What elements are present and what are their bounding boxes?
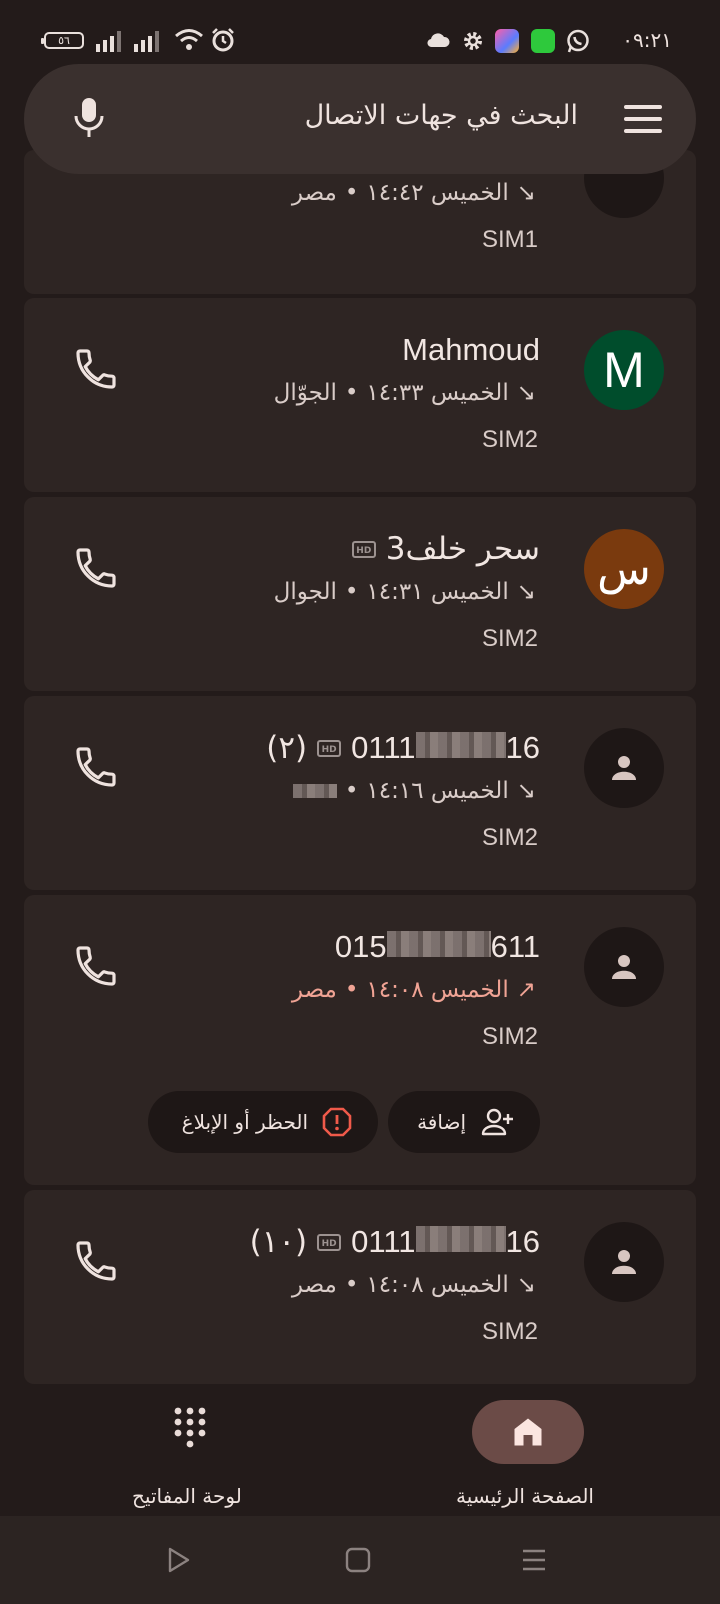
home-nav-icon[interactable] bbox=[344, 1546, 372, 1574]
phone-number: (١٠) HD 0111 16 bbox=[249, 1224, 540, 1260]
add-person-icon bbox=[481, 1108, 513, 1136]
incoming-call-icon: ↘ bbox=[516, 1272, 536, 1298]
incoming-call-icon: ↘ bbox=[516, 180, 536, 206]
sim-label: SIM2 bbox=[481, 426, 538, 453]
phone-number: 015 611 bbox=[334, 929, 540, 964]
redacted-digits bbox=[415, 732, 506, 758]
add-contact-button[interactable]: إضافة bbox=[388, 1091, 540, 1153]
system-navigation-bar bbox=[0, 1516, 720, 1604]
sim-label: SIM2 bbox=[481, 625, 538, 652]
dialpad-icon[interactable] bbox=[172, 1406, 208, 1452]
report-icon bbox=[322, 1107, 352, 1137]
phone-icon[interactable] bbox=[72, 345, 120, 393]
home-icon bbox=[514, 1418, 542, 1446]
call-detail: ↘ الخميس ١٤:١٦ • bbox=[292, 778, 536, 804]
call-detail: ↘ الخميس ١٤:٣٣ • الجوّال bbox=[273, 380, 536, 406]
settings-icon bbox=[464, 32, 482, 50]
call-list-item[interactable]: 015 611 ↗ الخميس ١٤:٠٨ • مصر SIM2 إضافة الح… bbox=[24, 895, 696, 1185]
avatar bbox=[584, 927, 664, 1007]
person-icon bbox=[612, 955, 636, 979]
contact-name: Mahmoud bbox=[402, 332, 540, 367]
avatar: M bbox=[584, 330, 664, 410]
redacted-label bbox=[292, 784, 337, 798]
incoming-call-icon: ↘ bbox=[516, 579, 536, 605]
search-input[interactable]: البحث في جهات الاتصال bbox=[305, 100, 578, 131]
nav-keypad-label[interactable]: لوحة المفاتيح bbox=[132, 1484, 242, 1508]
call-detail: ↘ الخميس ١٤:٠٨ • مصر bbox=[291, 1272, 536, 1298]
menu-icon[interactable] bbox=[624, 105, 662, 141]
status-bar: ٥٦ ٠٩:٢١ bbox=[0, 0, 720, 60]
recents-icon[interactable] bbox=[520, 1546, 548, 1574]
missed-call-icon: ↗ bbox=[516, 977, 536, 1003]
status-clock: ٠٩:٢١ bbox=[622, 28, 672, 52]
sim-label: SIM2 bbox=[481, 1318, 538, 1345]
redacted-digits bbox=[386, 931, 491, 957]
person-icon bbox=[612, 756, 636, 780]
block-report-button[interactable]: الحظر أو الإبلاغ bbox=[148, 1091, 378, 1153]
phone-icon[interactable] bbox=[72, 942, 120, 990]
back-icon[interactable] bbox=[164, 1546, 192, 1574]
mic-icon[interactable] bbox=[74, 96, 104, 140]
call-list-item[interactable]: (١٠) HD 0111 16 ↘ الخميس ١٤:٠٨ • مصر SIM2 bbox=[24, 1190, 696, 1384]
person-icon bbox=[612, 1250, 636, 1274]
call-detail: ↘ الخميس ١٤:٤٢ • مصر bbox=[291, 180, 536, 206]
sim-label: SIM2 bbox=[481, 1023, 538, 1050]
hd-call-icon: HD bbox=[351, 540, 376, 558]
cloud-icon bbox=[427, 33, 450, 48]
hd-call-icon: HD bbox=[317, 739, 342, 757]
signal-icon bbox=[96, 31, 121, 52]
alarm-icon bbox=[212, 28, 234, 52]
call-detail: ↘ الخميس ١٤:٣١ • الجوال bbox=[273, 579, 536, 605]
nav-home-label[interactable]: الصفحة الرئيسية bbox=[456, 1484, 594, 1508]
search-bar[interactable]: البحث في جهات الاتصال bbox=[24, 64, 696, 174]
app-icon bbox=[495, 29, 519, 53]
whatsapp-icon bbox=[567, 29, 589, 53]
incoming-call-icon: ↘ bbox=[516, 778, 536, 804]
incoming-call-icon: ↘ bbox=[516, 380, 536, 406]
bottom-navigation: الصفحة الرئيسية لوحة المفاتيح bbox=[0, 1388, 720, 1516]
call-list-item[interactable]: (٢) HD 0111 16 ↘ الخميس ١٤:١٦ • SIM2 bbox=[24, 696, 696, 890]
call-list-item[interactable]: M Mahmoud ↘ الخميس ١٤:٣٣ • الجوّال SIM2 bbox=[24, 298, 696, 492]
app-icon bbox=[531, 29, 555, 53]
sim-label: SIM2 bbox=[481, 824, 538, 851]
avatar bbox=[584, 1222, 664, 1302]
avatar: س bbox=[584, 529, 664, 609]
hd-call-icon: HD bbox=[317, 1233, 342, 1251]
phone-icon[interactable] bbox=[72, 544, 120, 592]
sim-label: SIM1 bbox=[481, 226, 538, 253]
phone-number: (٢) HD 0111 16 bbox=[266, 730, 540, 766]
phone-icon[interactable] bbox=[72, 1237, 120, 1285]
signal-icon bbox=[134, 31, 159, 52]
contact-name: HD سحر خلف3 bbox=[351, 531, 540, 567]
battery-icon: ٥٦ bbox=[41, 32, 84, 49]
nav-home-button[interactable] bbox=[472, 1400, 584, 1464]
phone-icon[interactable] bbox=[72, 743, 120, 791]
avatar bbox=[584, 728, 664, 808]
call-detail: ↗ الخميس ١٤:٠٨ • مصر bbox=[291, 977, 536, 1003]
redacted-digits bbox=[415, 1226, 506, 1252]
call-list-item[interactable]: س HD سحر خلف3 ↘ الخميس ١٤:٣١ • الجوال SIM2 bbox=[24, 497, 696, 691]
wifi-icon bbox=[175, 29, 203, 50]
